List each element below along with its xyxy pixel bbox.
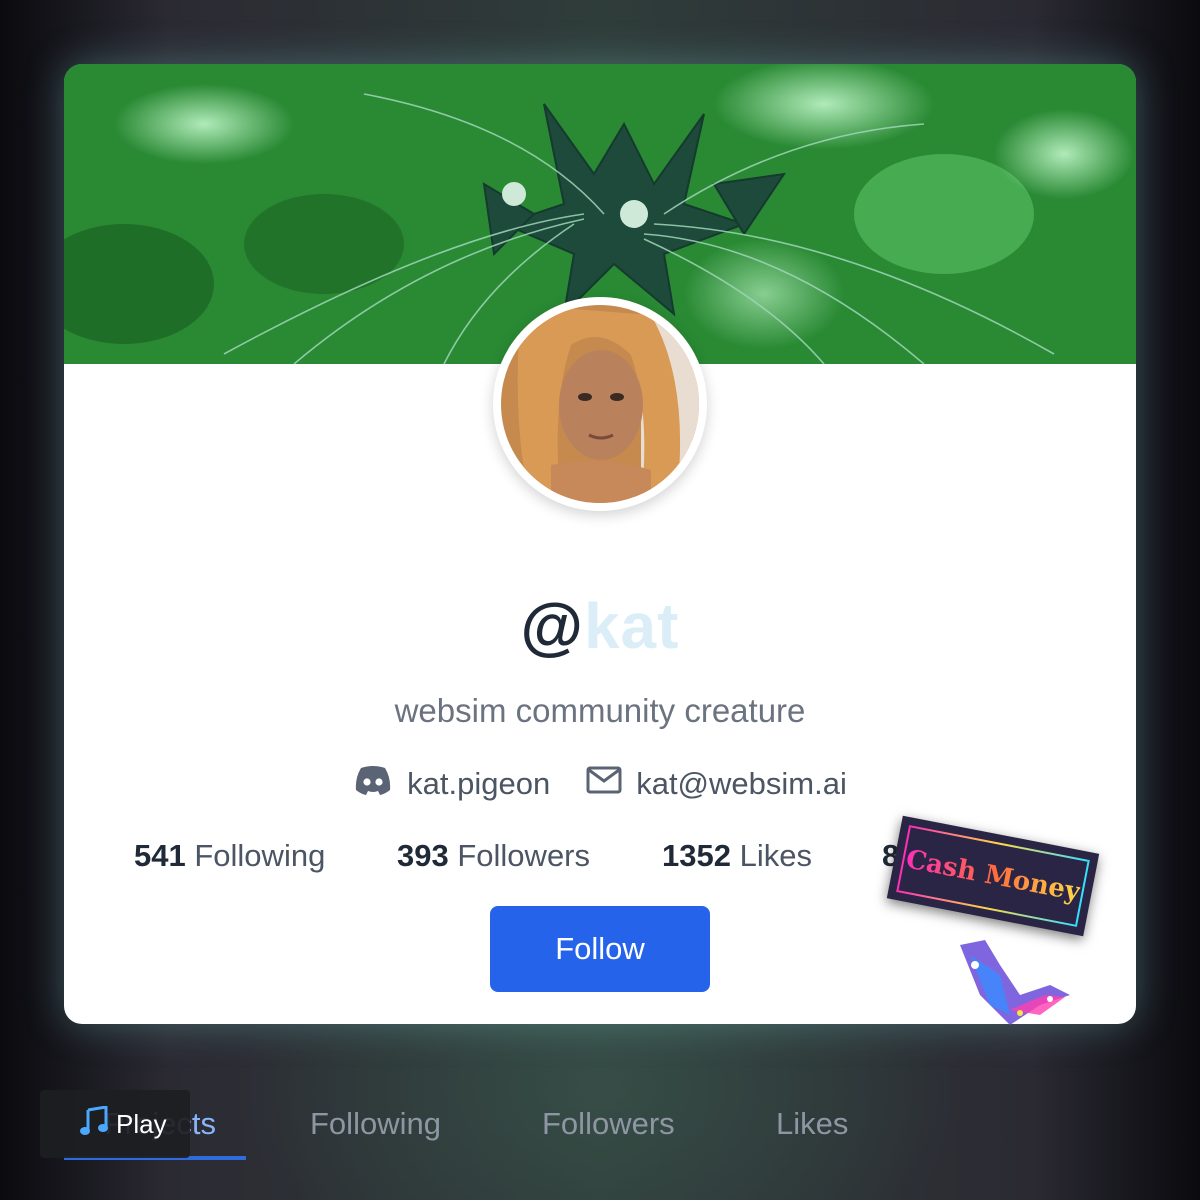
stat-count: 541 [134,838,186,873]
stat-followers[interactable]: 393 Followers [397,838,590,874]
stat-likes[interactable]: 1352 Likes [662,838,812,874]
username-text: kat [583,590,680,662]
discord-handle: kat.pigeon [407,766,551,801]
tab-following[interactable]: Following [310,1106,441,1142]
stat-label: Likes [739,838,812,873]
stat-label: Following [194,838,326,873]
play-button[interactable]: Play [40,1090,190,1158]
stat-following[interactable]: 541 Following [134,838,325,874]
email-link[interactable]: kat@websim.ai [586,766,847,802]
music-note-icon [80,1104,108,1143]
stat-label: Followers [457,838,591,873]
profile-tabs: Projects Following Followers Likes [64,1090,1136,1162]
tab-followers[interactable]: Followers [542,1106,675,1142]
tab-likes[interactable]: Likes [776,1106,848,1142]
bio: websim community creature [394,692,806,729]
stat-count: 393 [397,838,449,873]
glitter-brush-sticker [950,935,1080,1050]
follow-button[interactable]: Follow [490,906,710,992]
stat-count: 1352 [662,838,731,873]
email-address: kat@websim.ai [636,766,847,801]
avatar [493,297,707,511]
play-label: Play [116,1108,167,1139]
username: @kat [64,589,1136,663]
avatar-photo [501,305,699,503]
contact-links: kat.pigeon kat@websim.ai [64,764,1136,804]
discord-icon [353,764,393,804]
discord-link[interactable]: kat.pigeon [353,764,550,804]
mail-icon [586,766,622,802]
username-at: @ [520,590,584,662]
